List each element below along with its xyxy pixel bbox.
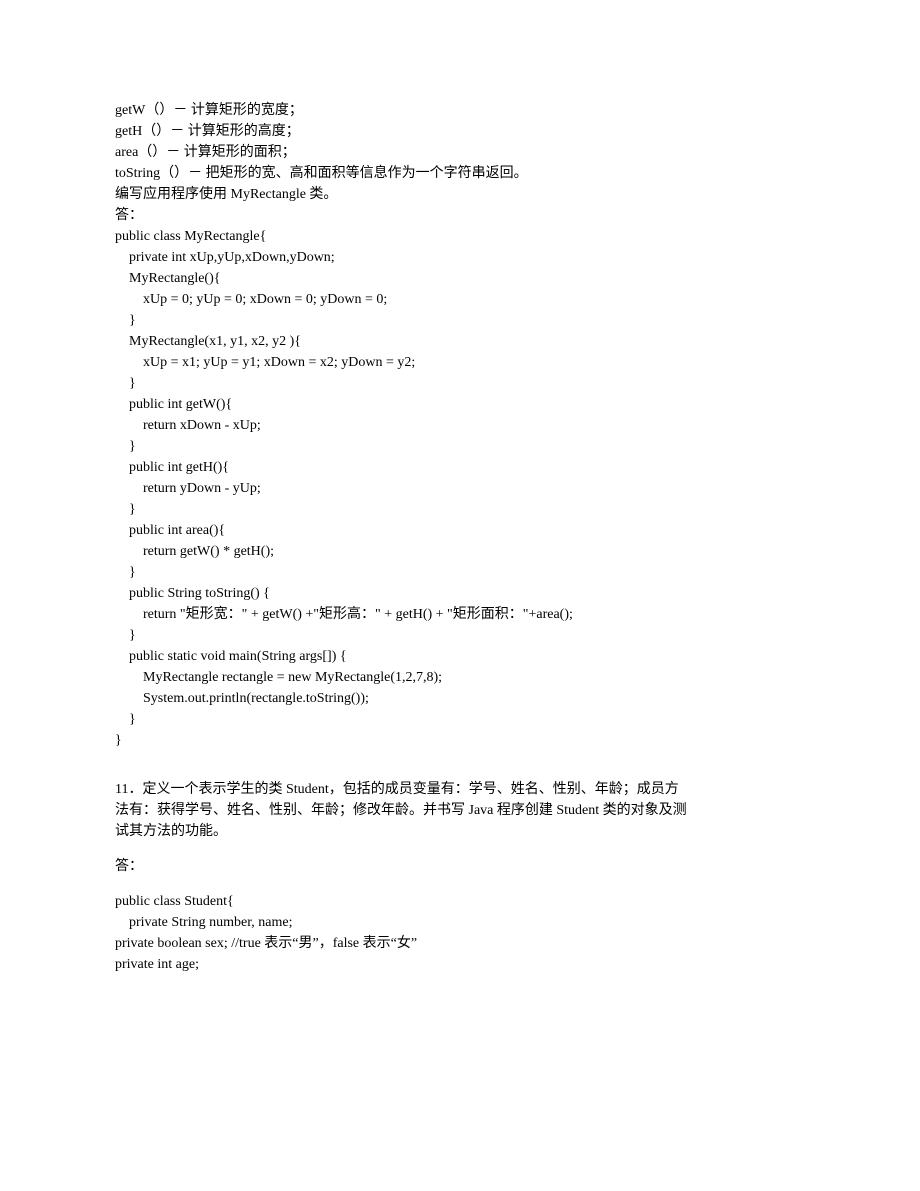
code-line: System.out.println(rectangle.toString())…: [115, 688, 805, 709]
code-line: public class MyRectangle{: [115, 226, 805, 247]
code-line: }: [115, 562, 805, 583]
code-line: MyRectangle rectangle = new MyRectangle(…: [115, 667, 805, 688]
code-line: public int area(){: [115, 520, 805, 541]
code-line: public int getH(){: [115, 457, 805, 478]
question-line: 11．定义一个表示学生的类 Student，包括的成员变量有：学号、姓名、性别、…: [115, 779, 805, 800]
blank-line: [115, 751, 805, 765]
intro-line: 编写应用程序使用 MyRectangle 类。: [115, 184, 805, 205]
code-line: }: [115, 310, 805, 331]
code-line: public class Student{: [115, 891, 805, 912]
blank-line: [115, 877, 805, 891]
code-line: private int age;: [115, 954, 805, 975]
code-line: }: [115, 730, 805, 751]
code-line: private int xUp,yUp,xDown,yDown;: [115, 247, 805, 268]
intro-line: area（）－ 计算矩形的面积；: [115, 142, 805, 163]
intro-line: getH（）－ 计算矩形的高度；: [115, 121, 805, 142]
intro-line: 答：: [115, 205, 805, 226]
code-line: }: [115, 373, 805, 394]
blank-line: [115, 765, 805, 779]
code-line: }: [115, 499, 805, 520]
intro-line: getW（）－ 计算矩形的宽度；: [115, 100, 805, 121]
code-line: public String toString() {: [115, 583, 805, 604]
question-line: 法有：获得学号、姓名、性别、年龄；修改年龄。并书写 Java 程序创建 Stud…: [115, 800, 805, 821]
code-line: MyRectangle(x1, y1, x2, y2 ){: [115, 331, 805, 352]
code-line: private String number, name;: [115, 912, 805, 933]
code-line: }: [115, 436, 805, 457]
document-page: getW（）－ 计算矩形的宽度； getH（）－ 计算矩形的高度； area（）…: [0, 0, 920, 1191]
code-line: public int getW(){: [115, 394, 805, 415]
code-line: public static void main(String args[]) {: [115, 646, 805, 667]
code-line: return "矩形宽：" + getW() +"矩形高：" + getH() …: [115, 604, 805, 625]
code-line: return yDown - yUp;: [115, 478, 805, 499]
question-line: 试其方法的功能。: [115, 821, 805, 842]
intro-line: toString（）－ 把矩形的宽、高和面积等信息作为一个字符串返回。: [115, 163, 805, 184]
code-line: }: [115, 625, 805, 646]
code-line: MyRectangle(){: [115, 268, 805, 289]
code-line: xUp = x1; yUp = y1; xDown = x2; yDown = …: [115, 352, 805, 373]
code-line: }: [115, 709, 805, 730]
code-line: private boolean sex; //true 表示“男”，false …: [115, 933, 805, 954]
blank-line: [115, 842, 805, 856]
code-line: return getW() * getH();: [115, 541, 805, 562]
answer-label: 答：: [115, 856, 805, 877]
code-line: xUp = 0; yUp = 0; xDown = 0; yDown = 0;: [115, 289, 805, 310]
code-line: return xDown - xUp;: [115, 415, 805, 436]
